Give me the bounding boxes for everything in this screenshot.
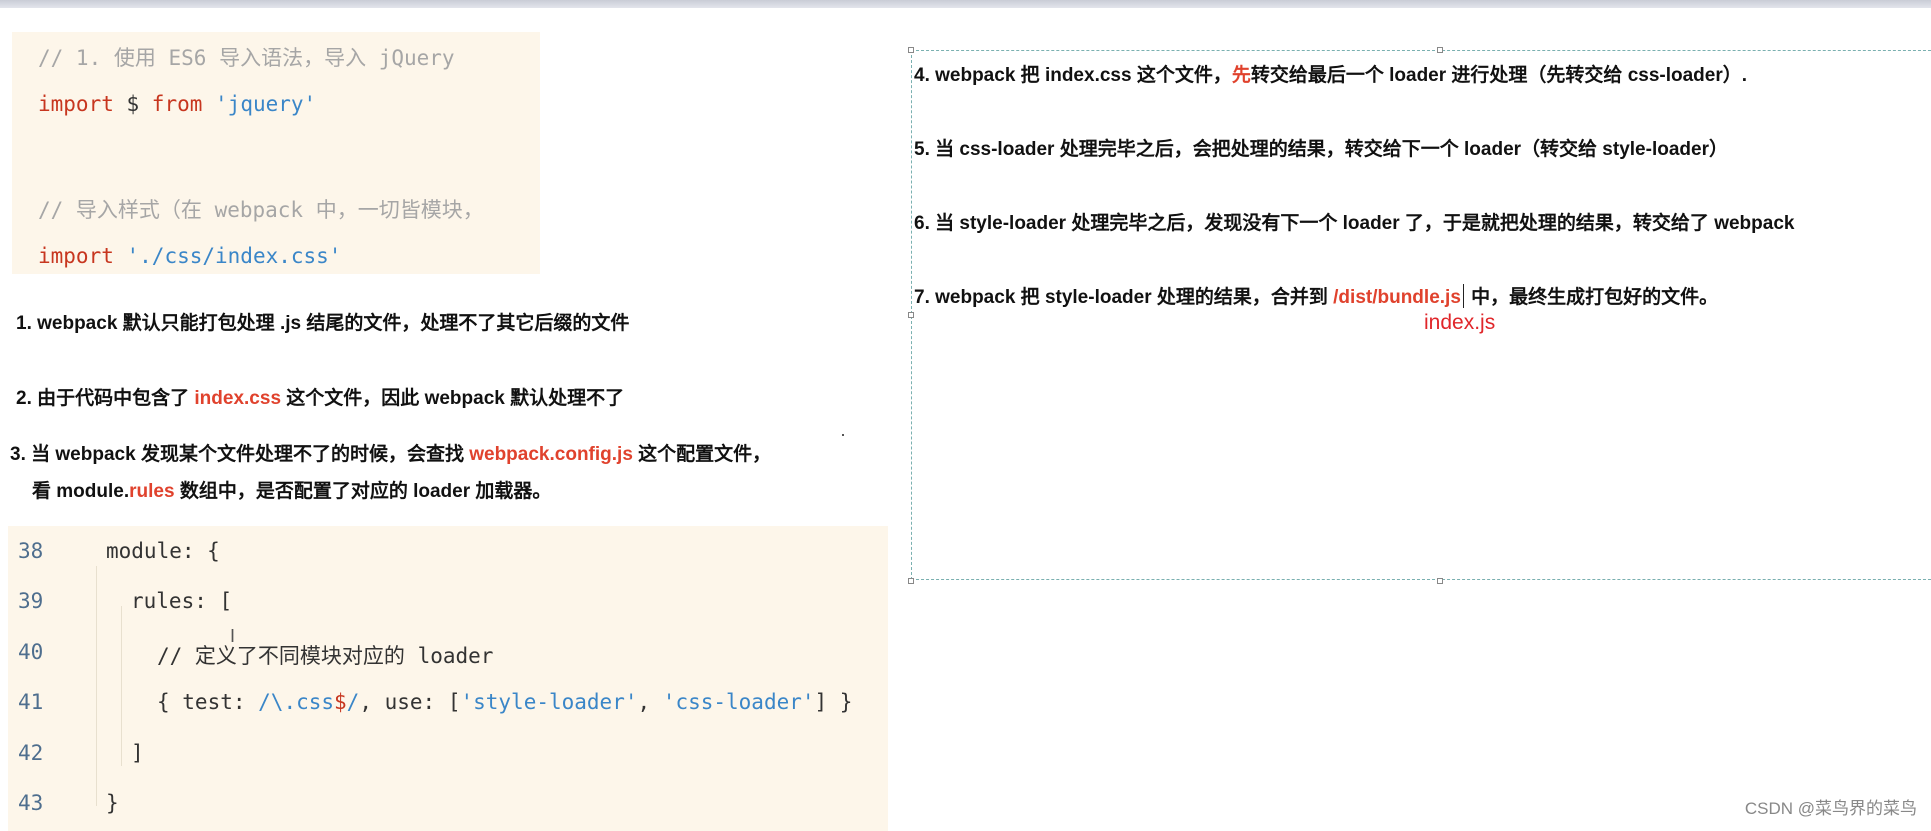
note-text: 数组中，是否配置了对应的 loader 加载器。 [174, 481, 552, 502]
code-comment: // 1. 使用 ES6 导入语法，导入 jQuery [38, 46, 455, 70]
annotation-index-js: index.js [1424, 311, 1496, 334]
stray-dot [842, 434, 844, 436]
note-7: 7. webpack 把 style-loader 处理的结果，合并到 /dis… [914, 282, 1718, 309]
note-6: 6. 当 style-loader 处理完毕之后，发现没有下一个 loader … [914, 213, 1795, 234]
line-number: 43 [18, 791, 44, 815]
indent-guide [96, 566, 97, 806]
code-line: ] [131, 741, 144, 765]
code-line: module: { [106, 539, 220, 563]
note-text: 4. webpack 把 index.css 这个文件， [914, 65, 1232, 86]
code-line: rules: [ [131, 589, 233, 613]
watermark: CSDN @菜鸟界的菜鸟 [1744, 799, 1917, 818]
code-regex-anchor: $ [334, 690, 347, 714]
note-3-line-1: 3. 当 webpack 发现某个文件处理不了的时候，会查找 webpack.c… [10, 439, 771, 466]
code-string: 'style-loader' [460, 690, 638, 714]
code-text: $ [113, 92, 152, 116]
line-number: 41 [18, 690, 44, 714]
resize-handle[interactable] [908, 578, 914, 584]
code-regex: /\.css [258, 690, 335, 714]
code-text: ] } [814, 690, 853, 714]
code-string: './css/index.css' [126, 244, 342, 268]
code-string: 'css-loader' [662, 690, 815, 714]
note-highlight: 先 [1231, 65, 1251, 86]
note-text: 看 module. [32, 481, 130, 502]
code-text: , [637, 690, 663, 714]
code-text: { test: [157, 690, 259, 714]
note-3-line-2: 看 module.rules 数组中，是否配置了对应的 loader 加载器。 [32, 476, 551, 503]
note-5: 5. 当 css-loader 处理完毕之后，会把处理的结果，转交给下一个 lo… [914, 139, 1728, 160]
note-highlight: /dist/bundle.js [1333, 287, 1461, 308]
line-number: 39 [18, 589, 44, 613]
indent-guide [121, 606, 122, 766]
note-highlight: index.css [194, 388, 282, 409]
code-text: , use: [ [359, 690, 461, 714]
note-text: 转交给最后一个 loader 进行处理（先转交给 css-loader）. [1250, 65, 1748, 86]
code-keyword: from [151, 92, 203, 116]
note-1: 1. webpack 默认只能打包处理 .js 结尾的文件，处理不了其它后缀的文… [16, 313, 630, 334]
line-number: 42 [18, 741, 44, 765]
code-block-webpack-config: 38 39 40 41 42 43 module: { rules: [ // … [8, 526, 888, 831]
text-caret [1462, 284, 1464, 308]
note-highlight: rules [129, 481, 175, 502]
code-line-import-jquery: import $ from 'jquery' [38, 92, 316, 116]
code-regex: / [346, 690, 360, 714]
line-number: 38 [18, 539, 44, 563]
note-text: 中，最终生成打包好的文件。 [1465, 287, 1719, 308]
note-text: 这个文件，因此 webpack 默认处理不了 [281, 388, 625, 409]
code-keyword: import [38, 244, 114, 268]
code-line-rule: { test: /\.css$/, use: ['style-loader', … [157, 690, 852, 714]
note-text: 3. 当 webpack 发现某个文件处理不了的时候，会查找 [10, 444, 470, 465]
line-number: 40 [18, 640, 44, 664]
note-text: 7. webpack 把 style-loader 处理的结果，合并到 [914, 287, 1334, 308]
resize-handle[interactable] [908, 312, 914, 318]
code-string: 'jquery' [215, 92, 317, 116]
note-text: 2. 由于代码中包含了 [16, 388, 195, 409]
resize-handle[interactable] [908, 47, 914, 53]
code-keyword: import [38, 92, 114, 116]
note-2: 2. 由于代码中包含了 index.css 这个文件，因此 webpack 默认… [16, 383, 624, 410]
code-comment: // 导入样式（在 webpack 中，一切皆模块， [38, 198, 484, 222]
code-line: } [106, 791, 119, 815]
selection-box[interactable] [911, 50, 1931, 580]
window-top-bar [0, 0, 1931, 8]
code-line-import-css: import './css/index.css' [38, 244, 341, 268]
note-highlight: webpack.config.js [469, 444, 633, 465]
code-block-imports: // 1. 使用 ES6 导入语法，导入 jQuery import $ fro… [12, 32, 540, 274]
resize-handle[interactable] [1437, 47, 1443, 53]
resize-handle[interactable] [1437, 578, 1443, 584]
text-cursor-icon: I [230, 626, 236, 646]
note-4: 4. webpack 把 index.css 这个文件，先转交给最后一个 loa… [914, 60, 1747, 87]
note-text: 这个配置文件， [632, 444, 772, 465]
code-comment: // 定义了不同模块对应的 loader [157, 644, 494, 668]
